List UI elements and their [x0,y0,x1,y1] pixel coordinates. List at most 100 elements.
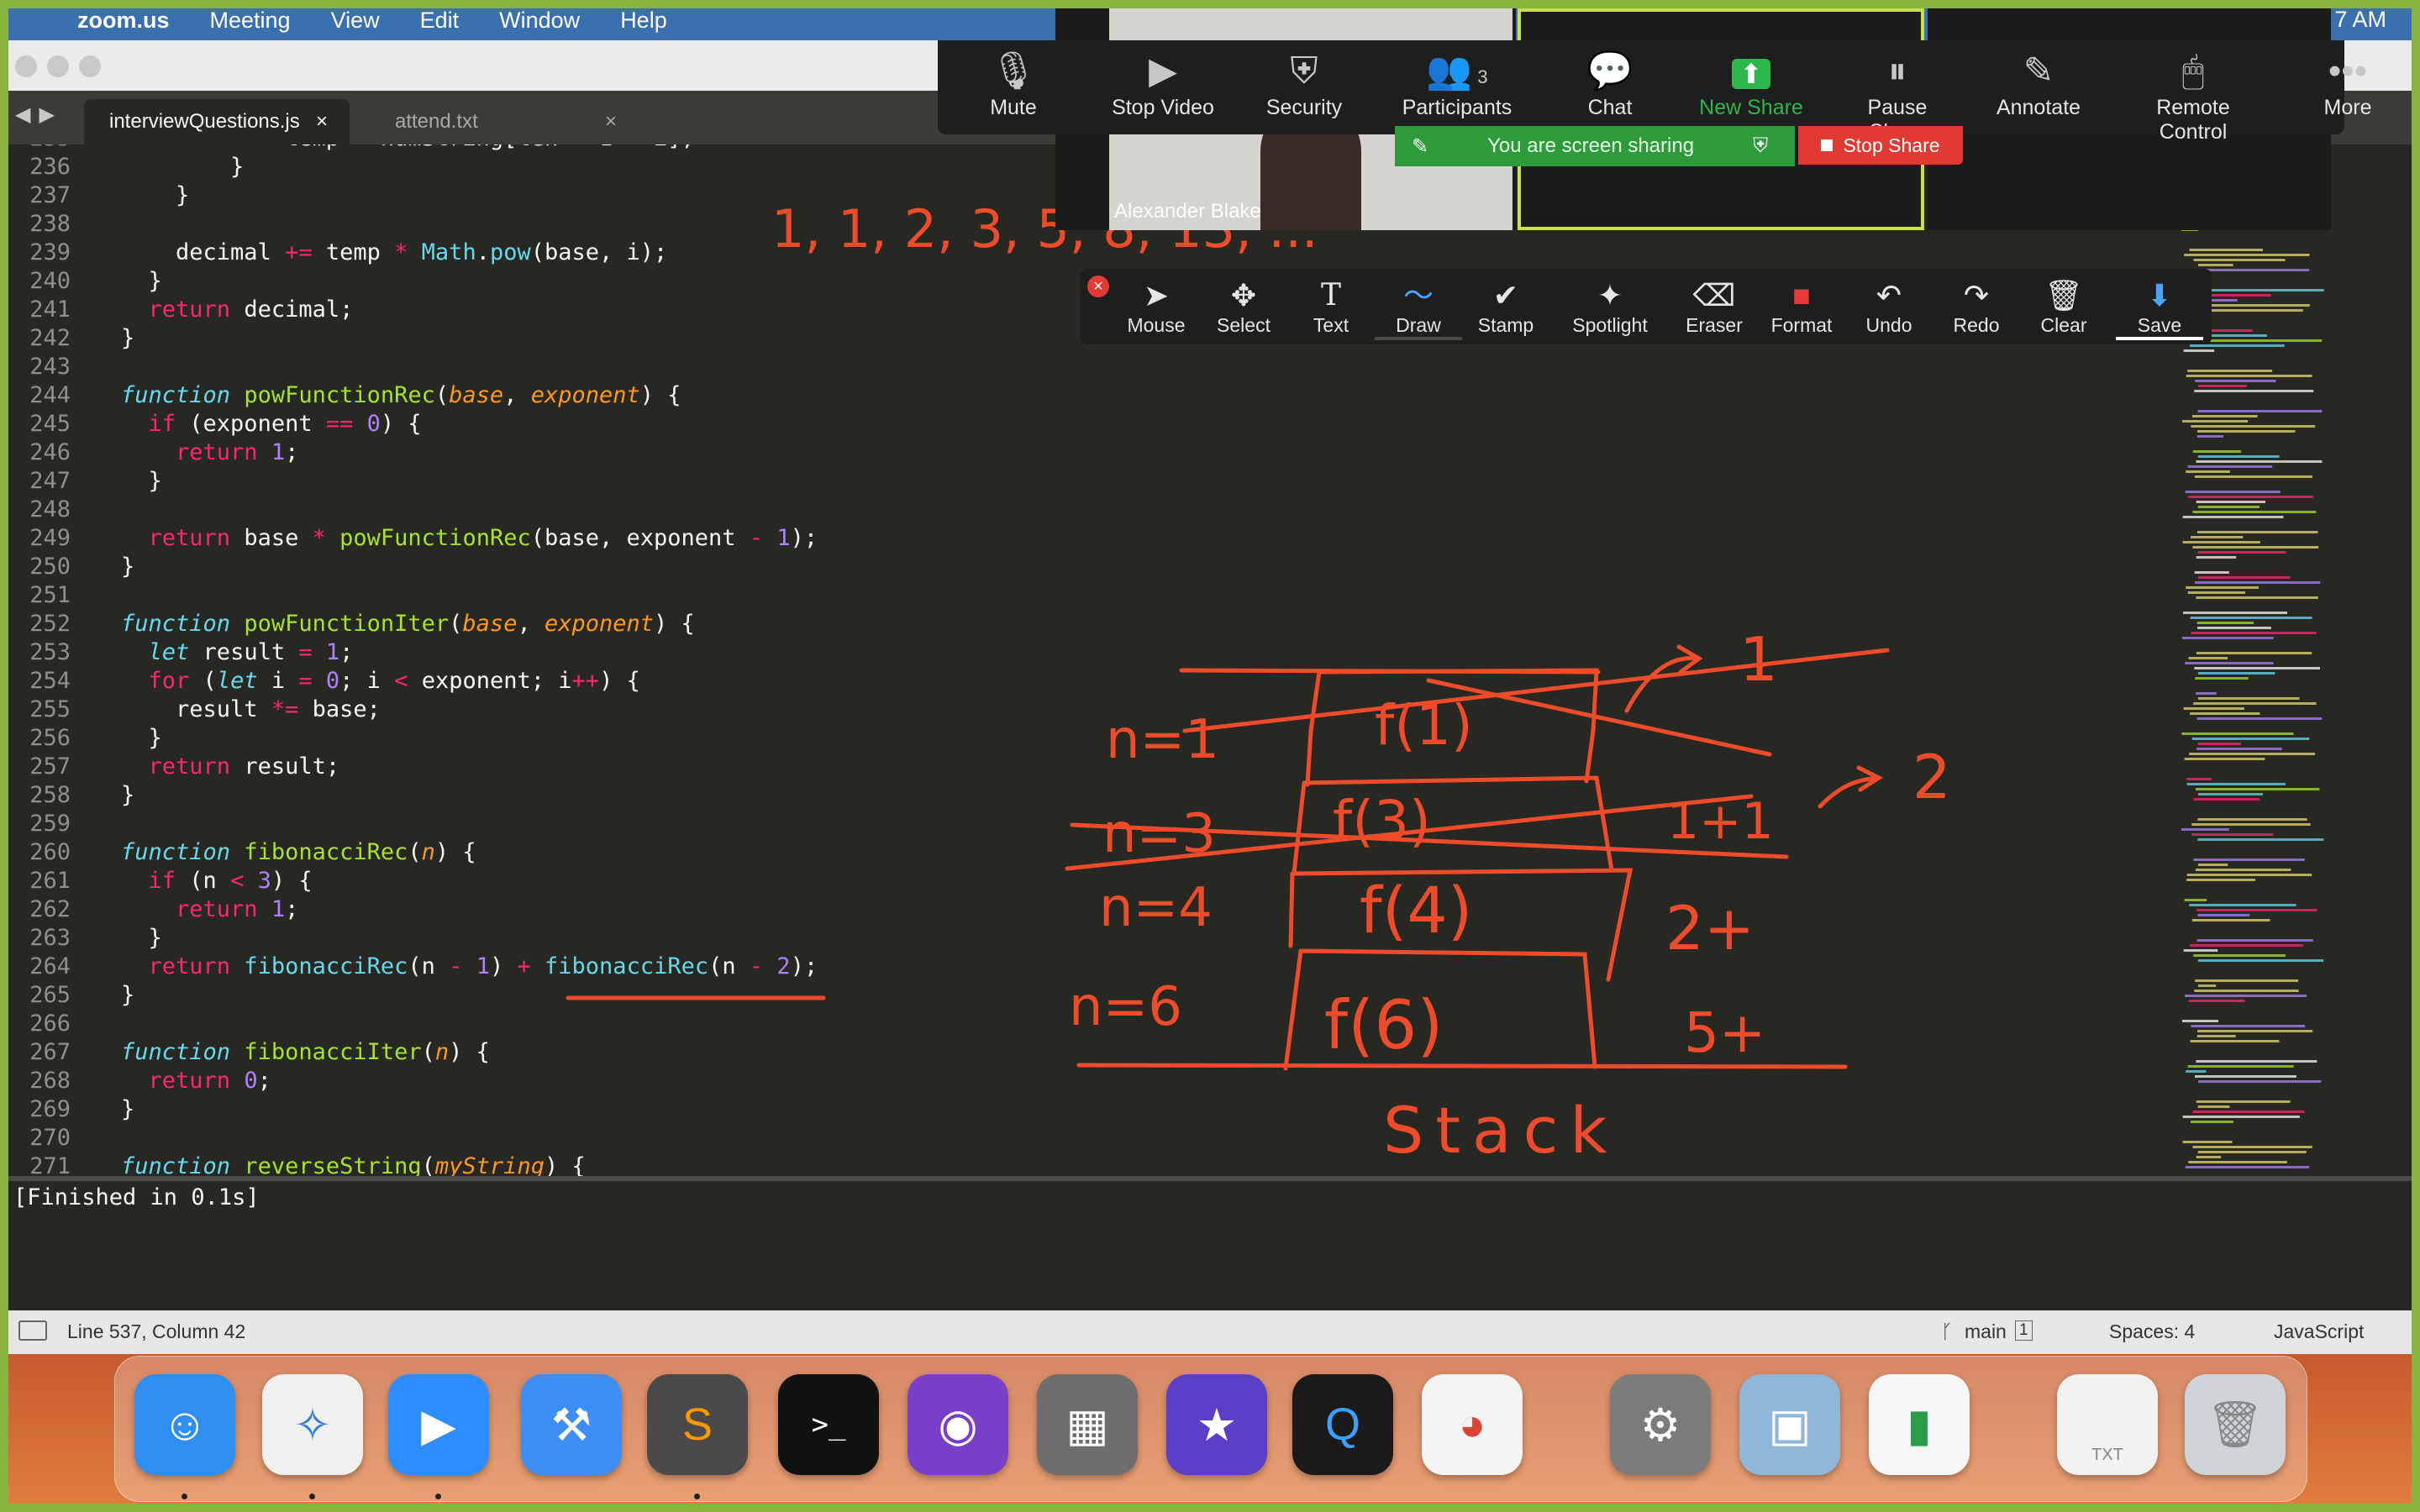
menu-view[interactable]: View [331,8,380,34]
code-line: 270 [8,1124,818,1152]
annotate-text-button[interactable]: T Text [1287,277,1375,337]
dock-trash-icon[interactable]: 🗑 [2185,1374,2286,1475]
dock-finder-icon[interactable]: ☺ [134,1374,235,1475]
minimap-line [2197,1030,2313,1032]
minimize-window-button[interactable] [47,55,69,77]
indentation-setting[interactable]: Spaces: 4 [2109,1320,2195,1343]
annotate-mouse-button[interactable]: ➤ Mouse [1113,277,1200,337]
line-code: return decimal; [148,297,354,323]
dock-imovie-icon[interactable]: ★ [1166,1374,1267,1475]
dock-preview-icon[interactable]: ▣ [1739,1374,1840,1475]
tab-nav-arrows-icon[interactable]: ◀▶ [15,102,63,127]
menu-help[interactable]: Help [620,8,667,34]
line-number: 238 [29,211,71,237]
minimap-line [2196,531,2318,533]
chat-button[interactable]: 💬 Chat [1551,47,1669,131]
menu-window[interactable]: Window [499,8,580,34]
annotate-spotlight-button[interactable]: ✦ Spotlight [1566,277,1654,337]
dock-github-icon[interactable]: ◉ [908,1374,1008,1475]
minimap-line [2197,864,2228,866]
line-number: 261 [29,868,71,894]
line-number: 252 [29,611,71,637]
minimap-line [2189,249,2263,251]
minimap-line [2196,909,2317,911]
dock-quicktime-icon[interactable]: Q [1292,1374,1393,1475]
panel-toggle-icon[interactable] [18,1320,47,1341]
code-line: 264 return fibonacciRec(n - 1) + fibonac… [8,953,818,981]
annotate-draw-button[interactable]: 〜 Draw [1375,277,1462,340]
annotate-select-button[interactable]: ✥ Select [1200,277,1287,337]
minimap-line [2187,1065,2294,1068]
annotate-undo-button[interactable]: ↶ Undo [1845,277,1933,337]
new-share-button[interactable]: ⬆ New Share [1692,47,1810,131]
toolbar-label: Mute [990,96,1037,119]
more-button[interactable]: ••• More [2289,47,2407,131]
menu-meeting[interactable]: Meeting [210,8,291,34]
minimap-line [2193,798,2260,801]
remote-control-button[interactable]: 🖱 Remote Control [2134,47,2252,144]
line-number: 263 [29,925,71,951]
participants-button[interactable]: 👥 3 Participants [1398,47,1516,131]
close-window-button[interactable] [15,55,37,77]
pause-share-button[interactable]: ⏸Pause Share [1839,47,1956,144]
annotate-save-button[interactable]: ⬇ Save [2116,277,2203,340]
line-number: 262 [29,896,71,922]
minimap-line [2188,1000,2245,1002]
annotate-format-button[interactable]: ■ Format [1758,277,1845,337]
annotate-button[interactable]: ✎ Annotate [1980,47,2097,131]
minimap[interactable] [2176,228,2386,1176]
dock-xcode-icon[interactable]: ⚒ [521,1374,622,1475]
line-number: 266 [29,1011,71,1037]
minimap-line [2196,309,2303,312]
minimap-line [2197,430,2296,433]
minimap-line [2195,869,2291,871]
menu-edit[interactable]: Edit [420,8,460,34]
minimap-line [2186,586,2260,589]
close-icon[interactable]: × [316,110,328,134]
annotate-eraser-button[interactable]: ⌫ Eraser [1670,277,1758,337]
minimap-line [2197,576,2291,579]
dock-system-preferences-icon[interactable]: ⚙ [1610,1374,1711,1475]
clear-icon: 🗑 [2044,278,2083,312]
zoom-window-button[interactable] [79,55,101,77]
line-number: 235 [8,144,71,153]
dock-numbers-icon[interactable]: ▮ [1869,1374,1970,1475]
git-branch[interactable]: main [1965,1320,2007,1343]
stamp-icon: ✔ [1492,278,1519,312]
annotate-redo-button[interactable]: ↷ Redo [1933,277,2020,337]
dock-zoom-icon[interactable]: ▶ [388,1374,489,1475]
stop-share-button[interactable]: Stop Share [1798,126,1963,165]
dock-safari-icon[interactable]: ✧ [262,1374,363,1475]
dock-txt-file-icon[interactable]: TXT [2057,1374,2158,1475]
annotate-stamp-button[interactable]: ✔ Stamp [1462,277,1549,337]
security-button[interactable]: ⛨ Security [1245,47,1363,131]
minimap-line [2195,788,2320,790]
minimap-line [2196,692,2217,695]
select-icon: ✥ [1230,278,1257,312]
dock-chrome-icon[interactable]: ◕ [1422,1374,1523,1475]
line-code: if (exponent == 0) { [148,411,422,437]
tab-interview-questions[interactable]: interviewQuestions.js × [84,99,350,144]
tab-attend[interactable]: attend.txt × [370,99,639,144]
minimap-line [2195,677,2249,680]
minimap-line [2181,828,2229,831]
stop-video-button[interactable]: ▶ Stop Video [1104,47,1222,131]
code-line: 257 return result; [8,753,818,781]
dock-calculator-icon[interactable]: ▦ [1037,1374,1138,1475]
line-code: let result = 1; [148,639,354,665]
dock-terminal-icon[interactable]: >_ [778,1374,879,1475]
minimap-line [2186,1070,2207,1073]
close-icon[interactable]: × [605,110,617,134]
annotate-clear-button[interactable]: 🗑 Clear [2020,277,2107,337]
annotate-label: Select [1217,314,1270,336]
pencil-icon: ✎ [2023,50,2054,92]
mute-button[interactable]: 🎙 Mute [955,47,1072,131]
code-line: 261 if (n < 3) { [8,867,818,895]
code-line: 249 return base * powFunctionRec(base, e… [8,524,818,553]
menu-app-name[interactable]: zoom.us [77,8,170,34]
syntax-mode[interactable]: JavaScript [2274,1320,2364,1343]
code-line: 252 function powFunctionIter(base, expone… [8,610,818,638]
close-annotation-icon[interactable]: × [1087,276,1109,297]
dock-sublime-icon[interactable]: S [647,1374,748,1475]
minimap-line [2190,344,2285,347]
